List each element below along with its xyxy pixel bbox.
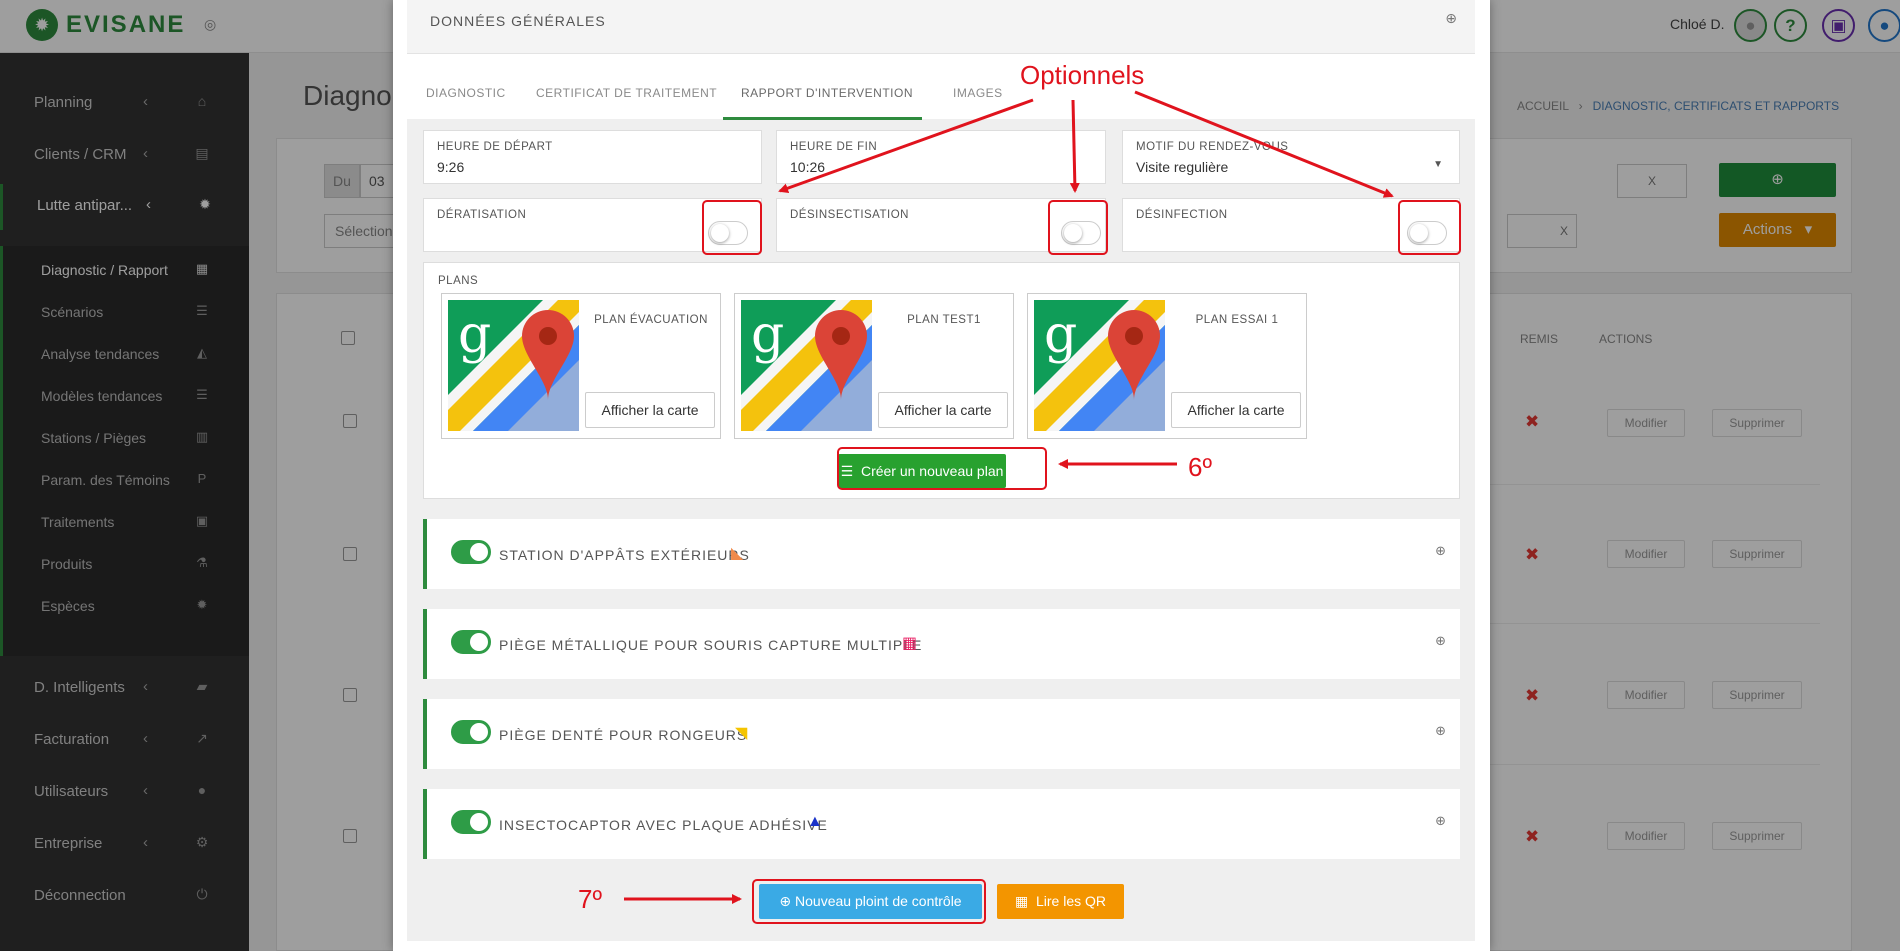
tab-diagnostic[interactable]: DIAGNOSTIC: [426, 86, 506, 100]
toggle-knob: [470, 813, 488, 831]
section-title: PIÈGE MÉTALLIQUE POUR SOURIS CAPTURE MUL…: [499, 637, 923, 653]
plan-name: PLAN TEST1: [907, 314, 981, 326]
annotation-step6: 6º: [1188, 452, 1212, 482]
expand-plus-icon[interactable]: ⊕: [1435, 543, 1446, 559]
bait-station-icon: ◣: [731, 545, 744, 562]
start-time-label: HEURE DE DÉPART: [437, 141, 553, 153]
section-title: PIÈGE DENTÉ POUR RONGEURS: [499, 727, 748, 743]
show-map-button[interactable]: Afficher la carte: [878, 392, 1008, 428]
start-time-field[interactable]: HEURE DE DÉPART 9:26: [423, 130, 762, 184]
toggle-knob: [470, 633, 488, 651]
start-time-value[interactable]: 9:26: [437, 159, 464, 175]
tab-certificat[interactable]: CERTIFICAT DE TRAITEMENT: [536, 86, 717, 100]
active-tab-indicator: [723, 117, 922, 120]
toggle-knob: [470, 723, 488, 741]
google-maps-icon: g: [448, 300, 579, 431]
read-qr-button[interactable]: ▦ Lire les QR: [997, 884, 1124, 919]
plan-card: g PLAN ESSAI 1 Afficher la carte: [1027, 293, 1307, 439]
plan-name: PLAN ÉVACUATION: [594, 314, 708, 326]
end-time-field[interactable]: HEURE DE FIN 10:26: [776, 130, 1106, 184]
insect-trap-icon: ▲: [807, 813, 823, 830]
qr-icon: ▦: [1014, 893, 1036, 909]
expand-plus-icon[interactable]: ⊕: [1435, 813, 1446, 829]
toggle-knob: [470, 543, 488, 561]
annotation-step7: 7º: [578, 884, 602, 914]
plans-label: PLANS: [438, 275, 479, 287]
expand-plus-icon[interactable]: ⊕: [1435, 633, 1446, 649]
appointment-reason-label: MOTIF DU RENDEZ-VOUS: [1136, 141, 1289, 153]
section-toggle[interactable]: [451, 810, 491, 834]
general-data-panel[interactable]: DONNÉES GÉNÉRALES ⊕: [407, 0, 1475, 54]
general-data-title: DONNÉES GÉNÉRALES: [430, 13, 606, 29]
plan-card: g PLAN TEST1 Afficher la carte: [734, 293, 1014, 439]
annotation-box-desinsectisation: [1048, 200, 1108, 255]
svg-text:g: g: [751, 305, 784, 365]
snap-trap-icon: ◥: [735, 725, 748, 742]
appointment-reason-select[interactable]: MOTIF DU RENDEZ-VOUS Visite regulière ▼: [1122, 130, 1460, 184]
section-toggle[interactable]: [451, 540, 491, 564]
desinfection-label: DÉSINFECTION: [1136, 209, 1228, 221]
plan-card: g PLAN ÉVACUATION Afficher la carte: [441, 293, 721, 439]
annotation-box-deratisation: [702, 200, 762, 255]
annotation-box-desinfection: [1398, 200, 1461, 255]
appointment-reason-value: Visite regulière: [1136, 159, 1229, 175]
tab-bar: DIAGNOSTIC CERTIFICAT DE TRAITEMENT RAPP…: [407, 54, 1475, 120]
expand-plus-icon[interactable]: ⊕: [1445, 10, 1457, 27]
caret-down-icon: ▼: [1433, 159, 1443, 170]
google-maps-icon: g: [1034, 300, 1165, 431]
section-insectocaptor[interactable]: INSECTOCAPTOR AVEC PLAQUE ADHÉSIVE ▲ ⊕: [423, 789, 1460, 859]
tab-rapport[interactable]: RAPPORT D'INTERVENTION: [741, 86, 913, 100]
read-qr-label: Lire les QR: [1035, 893, 1107, 909]
tab-images[interactable]: IMAGES: [953, 86, 1003, 100]
google-maps-icon: g: [741, 300, 872, 431]
section-piege-metallique[interactable]: PIÈGE MÉTALLIQUE POUR SOURIS CAPTURE MUL…: [423, 609, 1460, 679]
section-title: INSECTOCAPTOR AVEC PLAQUE ADHÉSIVE: [499, 817, 828, 833]
annotation-box-new-point: [752, 879, 986, 924]
section-station-appats[interactable]: STATION D'APPÂTS EXTÉRIEURS ◣ ⊕: [423, 519, 1460, 589]
section-piege-dente[interactable]: PIÈGE DENTÉ POUR RONGEURS ◥ ⊕: [423, 699, 1460, 769]
section-toggle[interactable]: [451, 630, 491, 654]
end-time-value[interactable]: 10:26: [790, 159, 825, 175]
svg-text:g: g: [1044, 305, 1077, 365]
desinsectisation-label: DÉSINSECTISATION: [790, 209, 909, 221]
show-map-button[interactable]: Afficher la carte: [585, 392, 715, 428]
annotation-box-create-plan: [837, 447, 1047, 490]
svg-text:g: g: [458, 305, 491, 365]
expand-plus-icon[interactable]: ⊕: [1435, 723, 1446, 739]
show-map-button[interactable]: Afficher la carte: [1171, 392, 1301, 428]
metal-trap-icon: ▦: [902, 635, 918, 652]
annotation-optional-label: Optionnels: [1020, 60, 1145, 90]
plan-name: PLAN ESSAI 1: [1195, 314, 1279, 326]
deratisation-label: DÉRATISATION: [437, 209, 527, 221]
end-time-label: HEURE DE FIN: [790, 141, 878, 153]
section-toggle[interactable]: [451, 720, 491, 744]
app-window: ✹ EVISANE ◎ Chloé D. ● ? ▣ ● Planning ‹ …: [0, 0, 1900, 951]
section-title: STATION D'APPÂTS EXTÉRIEURS: [499, 547, 750, 563]
